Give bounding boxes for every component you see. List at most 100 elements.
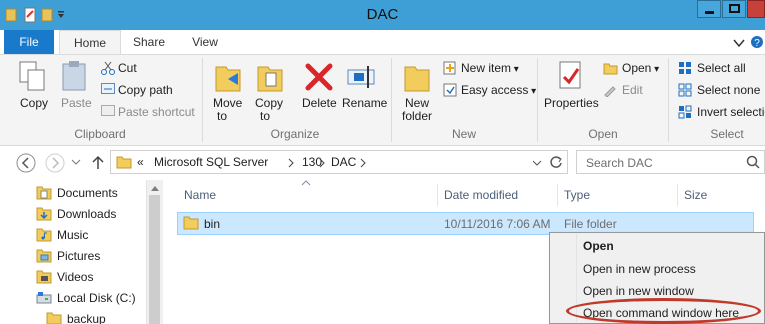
context-menu-item-open-new-window[interactable]: Open in new window [583,284,694,298]
maximize-button[interactable] [722,0,746,18]
column-divider [437,184,438,206]
cut-icon [101,61,115,75]
group-new-label: New [451,127,476,141]
edit-button[interactable]: Edit [622,83,643,97]
ribbon-expand-icon[interactable] [733,38,745,48]
paste-icon [62,61,86,91]
delete-button[interactable]: Delete [302,96,337,110]
paste-shortcut-icon [101,105,115,116]
nav-item-backup[interactable]: backup [67,312,106,324]
edit-icon [604,86,616,97]
group-organize-label: Organize [270,127,320,141]
breadcrumb-overflow[interactable]: « [137,155,144,169]
nav-item-music[interactable]: Music [57,228,88,242]
minimize-button[interactable] [697,0,721,18]
refresh-icon[interactable] [549,155,563,169]
column-header-type[interactable]: Type [564,188,590,202]
ribbon-separator [668,58,669,142]
music-icon [36,228,52,242]
highlight-ring [566,298,761,324]
new-folder-button[interactable]: New [405,96,429,110]
nav-item-local-disk[interactable]: Local Disk (C:) [57,291,136,305]
forward-icon[interactable] [44,152,66,174]
nav-item-videos[interactable]: Videos [57,270,93,284]
breadcrumb-item[interactable]: Microsoft SQL Server [154,155,268,169]
open-button[interactable]: Open ▾ [622,61,659,75]
pictures-icon [36,249,52,263]
properties-button[interactable]: Properties [544,96,599,110]
easy-access-button[interactable]: Easy access ▾ [461,83,536,97]
ribbon-separator [391,58,392,142]
svg-text:?: ? [754,38,760,49]
column-header-size[interactable]: Size [684,188,707,202]
nav-scrollbar-thumb[interactable] [149,195,160,324]
new-item-button[interactable]: New item ▾ [461,61,519,75]
up-icon[interactable] [91,155,105,171]
folder-icon [116,156,132,169]
breadcrumb-chevron-icon[interactable] [287,158,295,168]
column-divider [677,184,678,206]
tab-file[interactable]: File [4,30,54,54]
move-to-icon [215,66,241,92]
file-type: File folder [564,217,617,231]
copy-path-button[interactable]: Copy path [118,83,173,97]
cut-button[interactable]: Cut [118,61,137,75]
maximize-icon [729,4,740,13]
minimize-icon [705,11,714,14]
group-select-label: Select [710,127,744,141]
move-to-button[interactable]: Move [213,96,242,110]
invert-selection-icon [678,105,692,119]
paste-button[interactable]: Paste [61,96,92,110]
column-divider [557,184,558,206]
open-icon [603,63,618,75]
group-clipboard-label: Clipboard [74,127,126,141]
address-dropdown-icon[interactable] [532,159,542,167]
file-date: 10/11/2016 7:06 AM [444,217,551,231]
copy-path-icon [101,83,115,94]
file-name[interactable]: bin [204,217,220,231]
breadcrumb-chevron-icon[interactable] [359,158,367,168]
select-none-button[interactable]: Select none [697,83,760,97]
breadcrumb-chevron-icon[interactable] [318,158,326,168]
nav-item-documents[interactable]: Documents [57,186,118,200]
copy-to-icon [257,66,283,92]
search-placeholder: Search DAC [586,156,653,170]
select-all-button[interactable]: Select all [697,61,746,75]
new-folder-icon [404,66,430,92]
scroll-up-icon[interactable] [150,184,160,192]
search-input[interactable]: Search DAC [576,150,765,174]
help-icon[interactable]: ? [751,35,763,49]
ribbon-separator [537,58,538,142]
new-folder-line2: folder [402,109,433,123]
context-menu-item-open-new-process[interactable]: Open in new process [583,262,696,276]
nav-item-downloads[interactable]: Downloads [57,207,116,221]
invert-selection-button[interactable]: Invert selection [697,105,765,119]
copy-button[interactable]: Copy [20,96,48,110]
delete-icon [305,63,333,91]
tab-view[interactable]: View [180,30,230,54]
tab-home[interactable]: Home [59,30,121,55]
chevron-down-icon: ▾ [651,64,660,75]
select-all-icon [679,62,691,74]
chevron-down-icon: ▾ [511,64,519,75]
column-header-date[interactable]: Date modified [444,188,518,202]
back-icon[interactable] [15,152,37,174]
close-button[interactable] [747,0,765,18]
column-header-name[interactable]: Name [184,188,216,202]
move-to-line2: to [217,109,228,123]
documents-icon [36,186,52,200]
paste-shortcut-button[interactable]: Paste shortcut [118,105,195,119]
window-title: DAC [366,6,399,23]
search-icon[interactable] [746,155,760,169]
downloads-icon [36,207,52,221]
copy-icon [19,61,45,91]
folder-icon [46,312,62,324]
copy-to-button[interactable]: Copy [255,96,283,110]
rename-button[interactable]: Rename [342,96,387,110]
tab-share[interactable]: Share [124,30,174,54]
nav-item-pictures[interactable]: Pictures [57,249,100,263]
breadcrumb-item[interactable]: DAC [331,155,356,169]
recent-locations-icon[interactable] [71,158,81,166]
context-menu-item-open[interactable]: Open [583,239,614,253]
group-open-label: Open [588,127,618,141]
